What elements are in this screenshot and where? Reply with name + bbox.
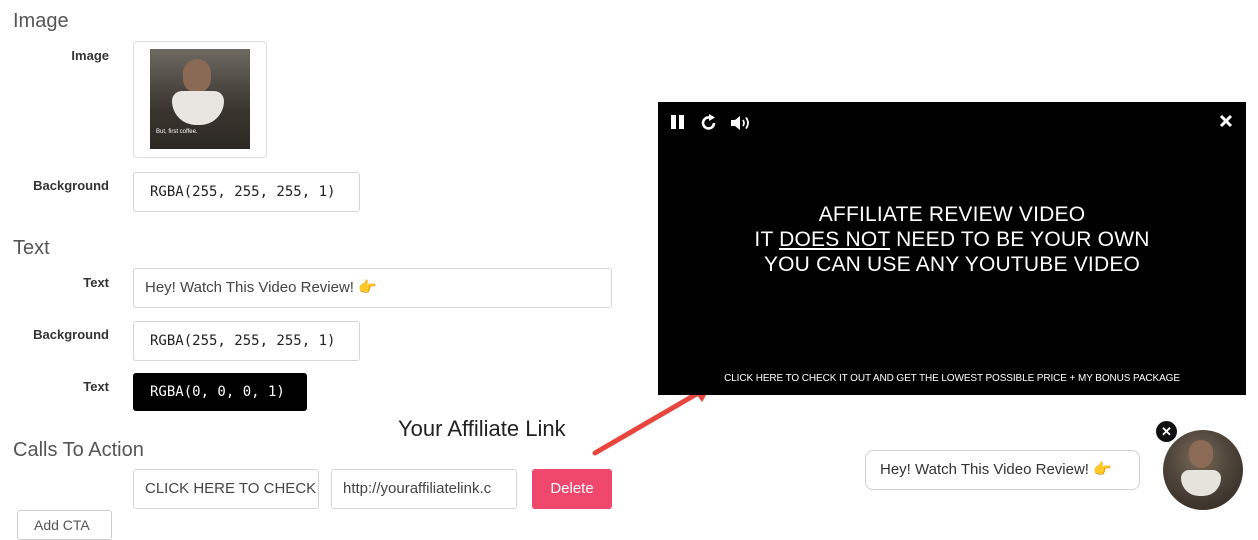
- video-line2-prefix: IT: [754, 228, 780, 251]
- video-headline-line2: IT DOES NOT NEED TO BE YOUR OWN: [658, 227, 1246, 252]
- replay-icon[interactable]: [700, 114, 718, 132]
- video-headline-line3: YOU CAN USE ANY YOUTUBE VIDEO: [763, 253, 1141, 276]
- video-line2-suffix: NEED TO BE YOUR OWN: [890, 228, 1150, 251]
- widget-message-bubble[interactable]: Hey! Watch This Video Review! 👉: [865, 450, 1140, 490]
- avatar-cup: [1181, 470, 1221, 496]
- video-cta-link[interactable]: CLICK HERE TO CHECK IT OUT AND GET THE L…: [658, 373, 1246, 384]
- video-headline-line1: AFFILIATE REVIEW VIDEO: [818, 203, 1086, 226]
- video-player[interactable]: AFFILIATE REVIEW VIDEO IT DOES NOT NEED …: [658, 102, 1246, 395]
- pause-icon[interactable]: [670, 114, 686, 130]
- video-line2-underlined: DOES NOT: [779, 228, 891, 251]
- volume-icon[interactable]: [730, 114, 752, 132]
- widget-close-icon[interactable]: ✕: [1156, 421, 1177, 442]
- close-icon[interactable]: [1219, 114, 1233, 128]
- avatar-head: [1189, 440, 1213, 468]
- widget-avatar[interactable]: [1163, 430, 1243, 510]
